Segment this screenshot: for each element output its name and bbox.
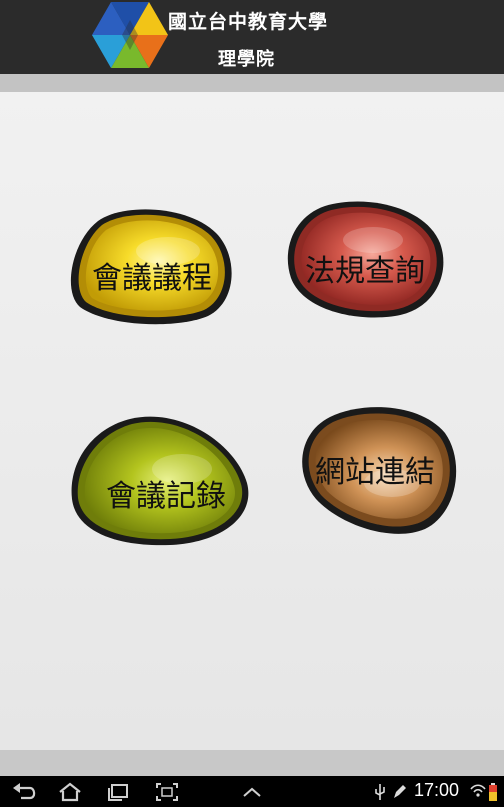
regulation-search-label: 法規查詢	[305, 254, 425, 289]
meeting-minutes-button[interactable]: 會議記錄	[70, 413, 250, 546]
home-icon	[59, 782, 81, 802]
university-logo-icon	[92, 2, 168, 68]
bottom-divider	[0, 750, 504, 776]
wifi-icon	[470, 784, 486, 797]
status-time: 17:00	[414, 780, 460, 800]
meeting-agenda-label: 會議議程	[92, 261, 212, 296]
home-button[interactable]	[55, 779, 85, 805]
screenshot-button[interactable]	[152, 779, 182, 805]
edit-pencil-icon	[394, 785, 406, 798]
header-divider	[0, 74, 504, 92]
recent-apps-icon	[108, 784, 128, 801]
recent-apps-button[interactable]	[103, 779, 133, 805]
screenshot-icon	[156, 783, 178, 801]
expand-menu-button[interactable]	[237, 779, 267, 805]
college-name: 理學院	[218, 49, 275, 70]
battery-icon	[489, 783, 497, 801]
usb-icon	[375, 784, 385, 800]
meeting-minutes-label: 會議記錄	[106, 479, 226, 514]
system-navigation-bar: 17:00	[0, 776, 504, 807]
university-name: 國立台中教育大學	[168, 11, 329, 33]
app-header: 國立台中教育大學 理學院	[0, 0, 504, 74]
back-arrow-icon	[13, 783, 36, 800]
website-links-label: 網站連結	[315, 455, 435, 490]
back-button[interactable]	[10, 779, 40, 805]
regulation-search-button[interactable]: 法規查詢	[285, 198, 445, 320]
meeting-agenda-button[interactable]: 會議議程	[68, 203, 236, 327]
chevron-up-icon	[243, 787, 261, 797]
website-links-button[interactable]: 網站連結	[300, 403, 458, 535]
